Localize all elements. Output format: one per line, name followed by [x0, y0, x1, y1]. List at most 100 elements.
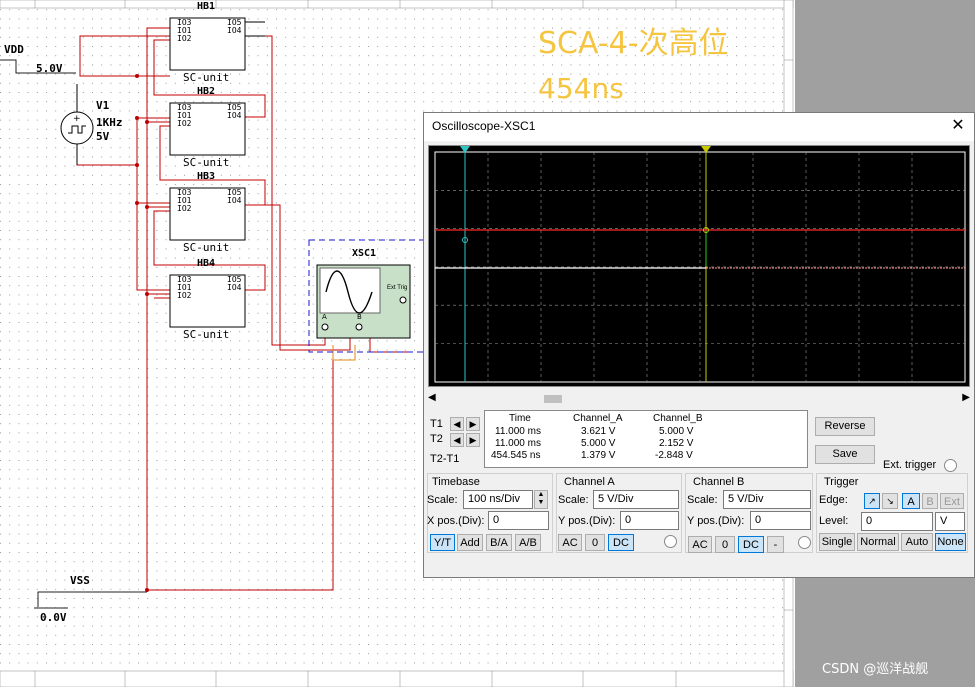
t2-left-arrow-icon[interactable]: ◀	[450, 433, 464, 447]
readout-t1-time: 11.000 ms	[495, 426, 541, 437]
channel-b-ypos-input[interactable]: 0	[750, 511, 811, 530]
trigger-normal-button[interactable]: Normal	[857, 533, 899, 551]
readout-t2-time: 11.000 ms	[495, 438, 541, 449]
ext-trigger-label: Ext. trigger	[883, 459, 937, 471]
timebase-scale-input[interactable]: 100 ns/Div	[463, 490, 533, 509]
t1-left-arrow-icon[interactable]: ◀	[450, 417, 464, 431]
timebase-scale-spinner[interactable]: ▲ ▼	[534, 490, 548, 509]
readout-diff-b: -2.848 V	[655, 450, 693, 461]
trigger-level-input[interactable]: 0	[861, 512, 933, 531]
ext-trigger-terminal[interactable]	[944, 459, 957, 472]
t1-label: T1	[430, 418, 443, 430]
pin-label: IO2	[177, 204, 192, 213]
readout-t1-a: 3.621 V	[581, 426, 616, 437]
block-type: SC-unit	[183, 71, 230, 84]
block-name: HB3	[197, 171, 216, 182]
channel-b-title: Channel B	[693, 476, 745, 488]
scroll-left-icon[interactable]: ◀	[428, 392, 436, 403]
oscilloscope-window[interactable]: Oscilloscope-XSC1 ✕ ◀ ▶ T1 T2 T2-T1 ◀ ▶ …	[423, 112, 975, 578]
scroll-thumb[interactable]	[544, 395, 562, 403]
scope-pin-a-label: A	[322, 313, 327, 321]
channel-b-terminal[interactable]	[798, 536, 811, 549]
falling-edge-icon[interactable]: ↘	[882, 493, 898, 509]
pin-label: IO4	[227, 26, 242, 35]
horizontal-scrollbar[interactable]: ◀ ▶	[424, 392, 974, 406]
t2-right-arrow-icon[interactable]: ▶	[466, 433, 480, 447]
scroll-right-icon[interactable]: ▶	[962, 392, 970, 403]
pin-label: IO4	[227, 111, 242, 120]
scope-symbol-xsc1[interactable]	[316, 264, 411, 339]
trigger-edge-label: Edge:	[819, 494, 848, 506]
trigger-title: Trigger	[824, 476, 859, 488]
readout-t2-a: 5.000 V	[581, 438, 616, 449]
pin-label: IO2	[177, 34, 192, 43]
readout-diff-a: 1.379 V	[581, 450, 616, 461]
readout-header-b: Channel_B	[653, 413, 703, 424]
reverse-button[interactable]: Reverse	[815, 417, 875, 436]
annotation-line2: 454ns	[538, 72, 624, 105]
channel-a-dc-button[interactable]: DC	[608, 534, 634, 551]
svg-text:+: +	[73, 114, 81, 124]
source-name: V1	[96, 99, 110, 112]
block-type: SC-unit	[183, 328, 230, 341]
channel-a-ypos-label: Y pos.(Div):	[558, 515, 616, 527]
oscilloscope-display[interactable]	[428, 145, 970, 387]
readout-diff-time: 454.545 ns	[491, 450, 541, 461]
channel-b-invert-button[interactable]: -	[767, 536, 784, 553]
pin-label: IO4	[227, 196, 242, 205]
channel-b-dc-button[interactable]: DC	[738, 536, 764, 553]
channel-b-ypos-label: Y pos.(Div):	[687, 515, 745, 527]
t2-label: T2	[430, 433, 443, 445]
channel-a-ac-button[interactable]: AC	[558, 534, 582, 551]
readout-t1-b: 5.000 V	[659, 426, 694, 437]
mode-ba-button[interactable]: B/A	[486, 534, 512, 551]
channel-b-ac-button[interactable]: AC	[688, 536, 712, 553]
scope-ext-trig-label: Ext Trig	[387, 285, 408, 291]
trigger-level-label: Level:	[819, 515, 849, 527]
scope-name: XSC1	[352, 248, 377, 259]
source-amp: 5V	[96, 130, 110, 143]
block-type: SC-unit	[183, 156, 230, 169]
channel-a-terminal[interactable]	[664, 535, 677, 548]
channel-b-zero-button[interactable]: 0	[715, 536, 735, 553]
pin-label: IO2	[177, 291, 192, 300]
save-button[interactable]: Save	[815, 445, 875, 464]
block-name: HB2	[197, 86, 216, 97]
channel-a-ypos-input[interactable]: 0	[620, 511, 679, 530]
close-icon[interactable]: ✕	[948, 116, 968, 136]
trigger-auto-button[interactable]: Auto	[901, 533, 933, 551]
channel-b-scale-label: Scale:	[687, 494, 718, 506]
scope-pin-b-label: B	[357, 313, 362, 321]
vdd-label: VDD	[4, 43, 24, 56]
t1-right-arrow-icon[interactable]: ▶	[466, 417, 480, 431]
oscilloscope-title-bar[interactable]: Oscilloscope-XSC1 ✕	[424, 113, 974, 141]
block-name: HB4	[197, 258, 216, 269]
mode-ab-button[interactable]: A/B	[515, 534, 541, 551]
channel-a-zero-button[interactable]: 0	[585, 534, 605, 551]
pin-label: IO2	[177, 119, 192, 128]
readout-header-a: Channel_A	[573, 413, 623, 424]
watermark: CSDN @巡洋战舰	[822, 662, 929, 677]
trigger-level-unit[interactable]: V	[935, 512, 965, 531]
mode-yt-button[interactable]: Y/T	[430, 534, 455, 551]
cursor-readout-table: Time Channel_A Channel_B 11.000 ms 3.621…	[484, 410, 808, 468]
vss-value: 0.0V	[40, 611, 67, 624]
annotation-line1: SCA-4-次高位	[538, 26, 729, 61]
oscilloscope-title: Oscilloscope-XSC1	[432, 119, 536, 133]
channel-a-scale-input[interactable]: 5 V/Div	[593, 490, 679, 509]
mode-add-button[interactable]: Add	[457, 534, 483, 551]
pin-label: IO4	[227, 283, 242, 292]
vss-label: VSS	[70, 574, 90, 587]
trigger-source-a-button[interactable]: A	[902, 493, 920, 509]
channel-b-scale-input[interactable]: 5 V/Div	[723, 490, 811, 509]
vdd-value: 5.0V	[36, 62, 63, 75]
timebase-xpos-label: X pos.(Div):	[427, 515, 485, 527]
trigger-source-b-button[interactable]: B	[922, 493, 938, 509]
trigger-single-button[interactable]: Single	[819, 533, 855, 551]
rising-edge-icon[interactable]: ↗	[864, 493, 880, 509]
timebase-xpos-input[interactable]: 0	[488, 511, 549, 530]
block-type: SC-unit	[183, 241, 230, 254]
trigger-source-ext-button[interactable]: Ext	[940, 493, 964, 509]
trigger-none-button[interactable]: None	[935, 533, 966, 551]
readout-header-time: Time	[509, 413, 531, 424]
